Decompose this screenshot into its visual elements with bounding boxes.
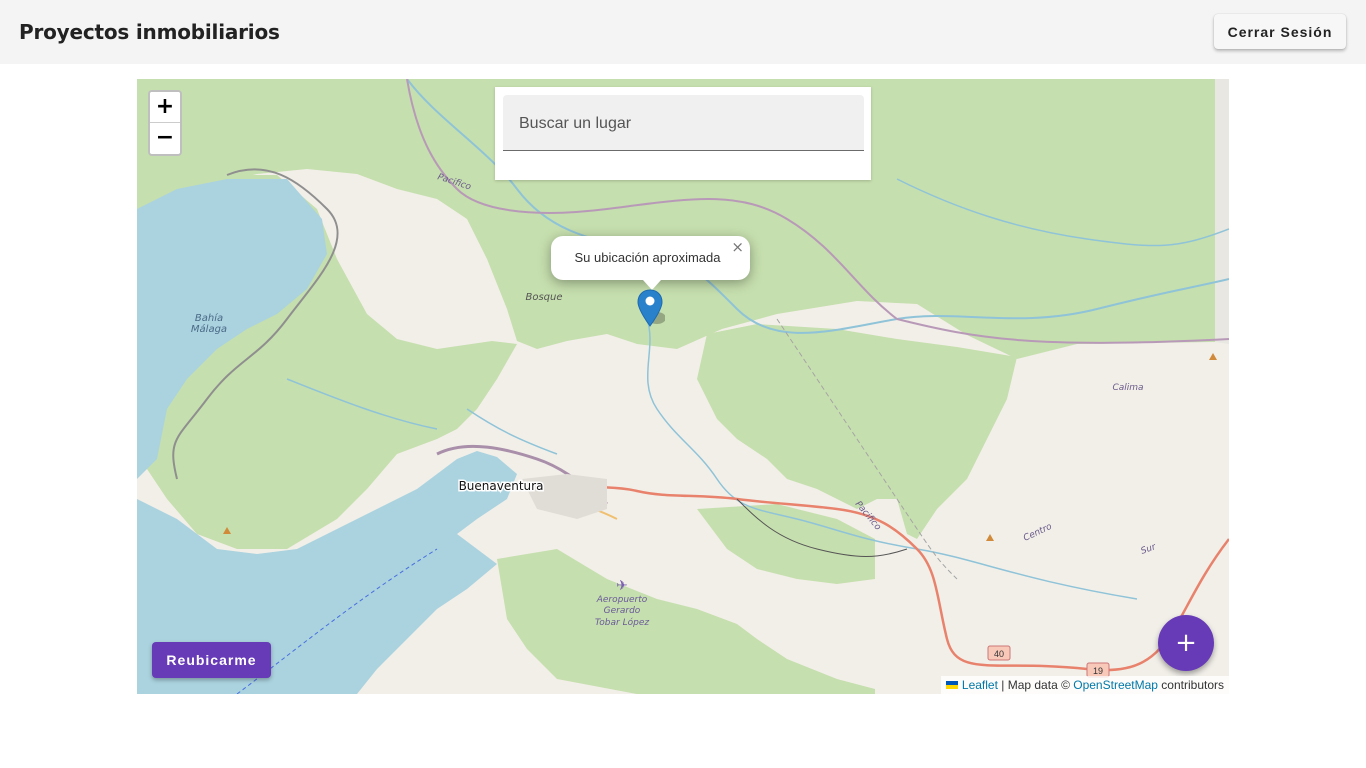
attribution-suffix: contributors xyxy=(1157,678,1224,692)
attribution-separator: | Map data © xyxy=(997,678,1074,692)
map-attribution: Leaflet | Map data © OpenStreetMap contr… xyxy=(940,676,1229,694)
map-label-bahia: Bahía xyxy=(195,312,223,324)
map-label-aeropuerto-1: Aeropuerto xyxy=(596,595,648,605)
map-container[interactable]: 40 19 ✈ Bahía Málaga Bosque Pacifico Pac… xyxy=(137,79,1229,694)
leaflet-link[interactable]: Leaflet xyxy=(962,678,998,692)
map-label-aeropuerto-2: Gerardo xyxy=(604,606,641,616)
airport-icon: ✈ xyxy=(616,577,628,593)
search-field[interactable] xyxy=(503,95,864,151)
search-input[interactable] xyxy=(519,113,849,135)
map-pin-icon[interactable] xyxy=(637,288,665,332)
logout-button[interactable]: Cerrar Sesión xyxy=(1214,14,1346,49)
map-label-malaga: Málaga xyxy=(191,323,227,335)
zoom-control: + − xyxy=(148,90,182,156)
zoom-in-button[interactable]: + xyxy=(150,92,180,123)
map-label-bosque: Bosque xyxy=(525,292,562,303)
map-label-calima: Calima xyxy=(1112,383,1143,393)
osm-link[interactable]: OpenStreetMap xyxy=(1073,678,1158,692)
app-header: Proyectos inmobiliarios Cerrar Sesión xyxy=(0,0,1366,64)
page-title: Proyectos inmobiliarios xyxy=(19,20,280,44)
search-card xyxy=(495,87,871,180)
ukraine-flag-icon xyxy=(945,681,958,689)
popup-text: Su ubicación aproximada xyxy=(574,250,721,265)
location-popup: Su ubicación aproximada × xyxy=(551,236,750,290)
road-shield-40: 40 xyxy=(994,649,1004,659)
zoom-out-button[interactable]: − xyxy=(150,123,180,153)
add-project-button[interactable]: + xyxy=(1158,615,1214,671)
map-label-buenaventura: Buenaventura xyxy=(459,479,544,493)
close-icon[interactable]: × xyxy=(731,239,744,255)
map-label-aeropuerto-3: Tobar López xyxy=(595,617,649,628)
road-shield-19: 19 xyxy=(1093,666,1103,676)
relocate-button[interactable]: Reubicarme xyxy=(152,642,271,678)
